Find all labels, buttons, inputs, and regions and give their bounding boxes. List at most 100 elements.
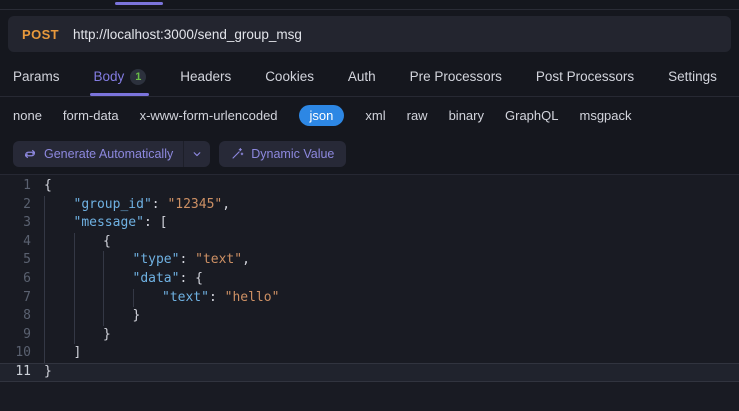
- indent-guide: [44, 344, 74, 363]
- code-token: :: [179, 252, 196, 268]
- indent-guide: [44, 214, 74, 233]
- tab-label: Cookies: [265, 69, 314, 84]
- tab-cookies[interactable]: Cookies: [265, 57, 314, 96]
- code-line-4[interactable]: 4{: [0, 232, 739, 252]
- code-token: "data": [132, 270, 180, 286]
- code-line-6[interactable]: 6 "data": {: [0, 269, 739, 289]
- tab-auth[interactable]: Auth: [348, 57, 376, 96]
- line-number: 1: [23, 178, 31, 193]
- body-type-none[interactable]: none: [13, 108, 42, 123]
- indent-guide: [103, 307, 133, 326]
- line-number: 4: [23, 233, 31, 249]
- code-line-9[interactable]: 9}: [0, 325, 739, 345]
- tab-label: Body: [93, 69, 125, 84]
- tab-label: Params: [13, 69, 60, 84]
- indent-guide: [103, 251, 133, 270]
- indent-guide: [73, 269, 104, 289]
- body-type-raw[interactable]: raw: [407, 108, 428, 123]
- code-token: {: [44, 178, 52, 193]
- tab-label: Headers: [180, 69, 232, 84]
- code-token: }: [103, 326, 111, 342]
- body-type-selector: none form-data x-www-form-urlencoded json xm…: [0, 97, 739, 133]
- body-count-badge: 1: [130, 68, 147, 85]
- indent-guide: [73, 325, 104, 345]
- code-line-3[interactable]: 3 "message": [: [0, 214, 739, 233]
- code-token: ,: [242, 252, 250, 268]
- code-token: ,: [222, 196, 231, 212]
- line-number: 6: [23, 270, 31, 286]
- code-token: "type": [132, 252, 180, 268]
- method-selector[interactable]: POST: [22, 27, 59, 42]
- indent-guide: [73, 307, 104, 326]
- line-number: 9: [23, 326, 31, 342]
- code-line-11[interactable]: 11}: [0, 362, 739, 382]
- code-line-2[interactable]: 2 "group_id": "12345",: [0, 195, 739, 215]
- code-line-8[interactable]: 8}: [0, 307, 739, 326]
- body-type-form-data[interactable]: form-data: [63, 108, 119, 123]
- code-line-5[interactable]: 5 "type": "text",: [0, 251, 739, 270]
- line-number: 11: [15, 363, 31, 379]
- body-type-x-www-form-urlencoded[interactable]: x-www-form-urlencoded: [140, 108, 278, 123]
- tab-body[interactable]: Body 1: [90, 57, 150, 96]
- line-number: 5: [23, 252, 31, 268]
- tab-label: Post Processors: [535, 69, 635, 84]
- generate-automatically-button[interactable]: Generate Automatically: [13, 140, 211, 167]
- code-line-1[interactable]: 1{: [0, 177, 739, 196]
- line-number: 3: [23, 215, 31, 231]
- body-type-graphql[interactable]: GraphQL: [505, 108, 558, 123]
- request-tabs-strip: [0, 0, 739, 10]
- json-body-editor[interactable]: 1{2 "group_id": "12345", 3 "message": [4{5 "…: [0, 175, 739, 411]
- code-token: "text": [195, 252, 243, 268]
- request-section-tabs: Params Body 1 Headers Cookies Auth Pre Process…: [0, 57, 739, 97]
- code-token: "12345": [167, 196, 223, 212]
- indent-guide: [103, 269, 133, 289]
- code-line-7[interactable]: 7 "text": "hello": [0, 288, 739, 308]
- indent-guide: [44, 288, 74, 308]
- tab-settings[interactable]: Settings: [668, 57, 717, 96]
- indent-guide: [103, 288, 133, 308]
- active-request-tab-indicator: [115, 2, 163, 5]
- code-token: "hello": [224, 289, 280, 305]
- body-type-json[interactable]: json: [298, 104, 345, 126]
- url-input[interactable]: http://localhost:3000/send_group_msg: [73, 27, 302, 42]
- tab-post-processors[interactable]: Post Processors: [536, 57, 634, 96]
- magic-wand-icon: [231, 147, 244, 160]
- repeat-icon: [23, 147, 37, 161]
- url-bar[interactable]: POST http://localhost:3000/send_group_ms…: [8, 16, 731, 52]
- dynamic-value-button[interactable]: Dynamic Value: [219, 140, 347, 167]
- code-token: :: [208, 289, 225, 305]
- indent-guide: [73, 232, 104, 252]
- code-token: {: [103, 233, 111, 249]
- body-type-xml[interactable]: xml: [365, 108, 385, 123]
- indent-guide: [44, 307, 74, 326]
- code-token: "group_id": [73, 196, 152, 212]
- code-token: }: [132, 308, 141, 324]
- body-type-msgpack[interactable]: msgpack: [579, 108, 631, 123]
- url-row: POST http://localhost:3000/send_group_ms…: [0, 10, 739, 57]
- tab-label: Pre Processors: [409, 69, 502, 84]
- indent-guide: [73, 288, 104, 308]
- tab-pre-processors[interactable]: Pre Processors: [410, 57, 502, 96]
- dynamic-value-label: Dynamic Value: [251, 146, 335, 161]
- indent-guide: [44, 325, 74, 345]
- code-line-10[interactable]: 10]: [0, 344, 739, 363]
- indent-guide: [44, 269, 74, 289]
- line-number: 2: [23, 196, 31, 212]
- indent-guide: [44, 251, 74, 270]
- tab-label: Settings: [668, 69, 717, 84]
- indent-guide: [132, 288, 163, 308]
- indent-guide: [73, 251, 104, 270]
- code-token: ]: [73, 345, 82, 361]
- tab-headers[interactable]: Headers: [180, 57, 231, 96]
- chevron-down-icon[interactable]: [184, 141, 210, 167]
- tab-label: Auth: [347, 69, 376, 84]
- indent-guide: [44, 195, 74, 215]
- code-token: "message": [73, 215, 144, 231]
- body-type-binary[interactable]: binary: [449, 108, 484, 123]
- body-toolbar: Generate Automatically Dynamic Value: [0, 133, 739, 175]
- code-token: : {: [179, 270, 203, 286]
- tab-params[interactable]: Params: [13, 57, 60, 96]
- line-number: 7: [23, 289, 31, 305]
- generate-automatically-label: Generate Automatically: [44, 146, 174, 161]
- active-tab-underline: [90, 93, 150, 96]
